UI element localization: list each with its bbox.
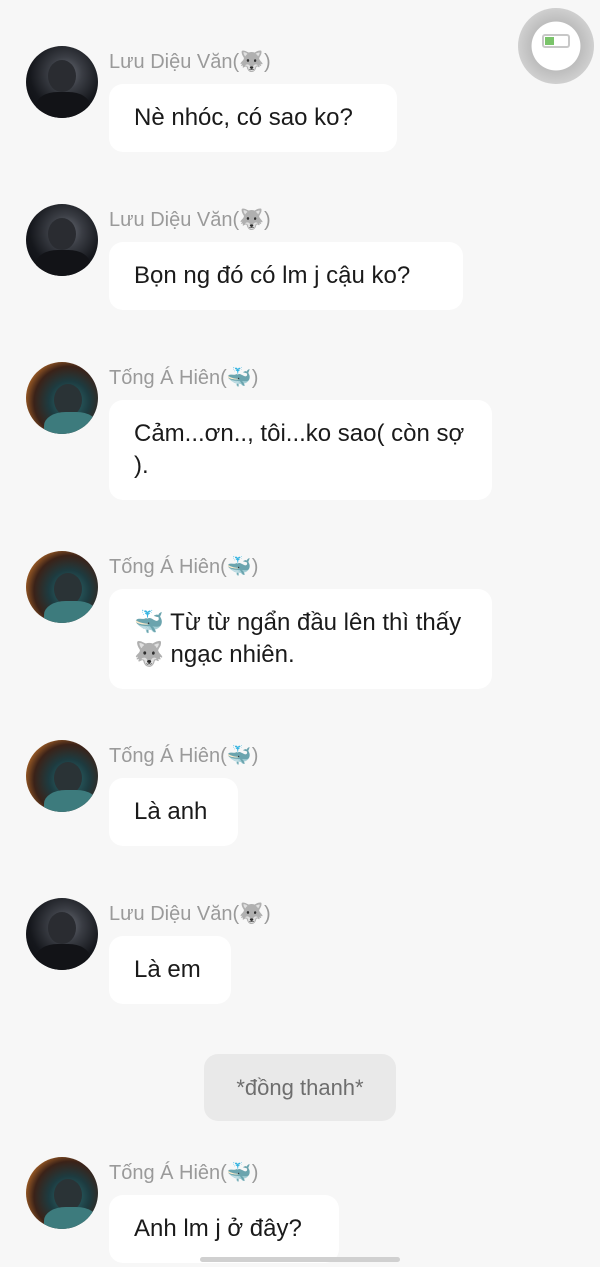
message-bubble[interactable]: Bọn ng đó có lm j cậu ko? (109, 242, 463, 310)
sender-name: Tống Á Hiên(🐳) (109, 743, 259, 767)
sender-name-text: Tống Á Hiên (109, 367, 221, 389)
message-bubble[interactable]: Cảm...ơn.., tôi...ko sao( còn sợ ). (109, 400, 492, 500)
sender-name-text: Lưu Diệu Văn (109, 209, 233, 231)
sender-name: Lưu Diệu Văn(🐺) (109, 49, 271, 73)
sender-name: Tống Á Hiên(🐳) (109, 554, 259, 578)
message-bubble[interactable]: Anh lm j ở đây? (109, 1195, 339, 1263)
sender-name: Tống Á Hiên(🐳) (109, 1160, 259, 1184)
avatar[interactable] (26, 898, 98, 970)
sender-name-text: Tống Á Hiên (109, 556, 221, 578)
sender-name: Lưu Diệu Văn(🐺) (109, 207, 271, 231)
message-text: Bọn ng đó có lm j cậu ko? (134, 262, 411, 289)
avatar[interactable] (26, 551, 98, 623)
sender-emoji: 🐺 (239, 49, 265, 73)
battery-icon (542, 34, 570, 48)
avatar-body (44, 601, 98, 623)
narration-text: *đồng thanh* (236, 1075, 364, 1100)
sender-emoji: 🐳 (226, 743, 252, 767)
message-bubble[interactable]: 🐳 Từ từ ngẩn đầu lên thì thấy 🐺 ngạc nhi… (109, 589, 492, 689)
message-text: Cảm...ơn.., tôi...ko sao( còn sợ ). (134, 420, 465, 479)
avatar-body (36, 944, 90, 970)
message-text: 🐳 Từ từ ngẩn đầu lên thì thấy 🐺 ngạc nhi… (134, 609, 462, 668)
sender-emoji: 🐳 (226, 1160, 252, 1184)
avatar[interactable] (26, 46, 98, 118)
sender-name: Tống Á Hiên(🐳) (109, 365, 259, 389)
message-text: Là anh (134, 798, 208, 825)
message-text: Là em (134, 956, 201, 983)
avatar[interactable] (26, 362, 98, 434)
message-bubble[interactable]: Là em (109, 936, 231, 1004)
sender-name-text: Lưu Diệu Văn (109, 51, 233, 73)
avatar-body (44, 790, 98, 812)
sender-name-text: Tống Á Hiên (109, 745, 221, 767)
message-bubble[interactable]: Là anh (109, 778, 238, 846)
avatar-face (48, 912, 76, 944)
chat-screen: Lưu Diệu Văn(🐺) Nè nhóc, có sao ko? Lưu … (0, 0, 600, 1267)
avatar-face (48, 218, 76, 250)
message-text: Nè nhóc, có sao ko? (134, 104, 353, 131)
home-indicator[interactable] (200, 1257, 400, 1262)
avatar[interactable] (26, 204, 98, 276)
sender-emoji: 🐺 (239, 207, 265, 231)
message-text: Anh lm j ở đây? (134, 1215, 302, 1242)
battery-level (545, 37, 554, 45)
message-bubble[interactable]: Nè nhóc, có sao ko? (109, 84, 397, 152)
avatar-body (44, 1207, 98, 1229)
avatar-face (48, 60, 76, 92)
sender-name: Lưu Diệu Văn(🐺) (109, 901, 271, 925)
sender-emoji: 🐳 (226, 365, 252, 389)
avatar[interactable] (26, 740, 98, 812)
avatar-body (36, 250, 90, 276)
avatar-body (44, 412, 98, 434)
assistive-touch-button[interactable] (518, 8, 594, 84)
sender-emoji: 🐺 (239, 901, 265, 925)
sender-name-text: Lưu Diệu Văn (109, 903, 233, 925)
avatar-body (36, 92, 90, 118)
sender-name-text: Tống Á Hiên (109, 1162, 221, 1184)
sender-emoji: 🐳 (226, 554, 252, 578)
avatar[interactable] (26, 1157, 98, 1229)
narration-bubble[interactable]: *đồng thanh* (204, 1054, 396, 1121)
